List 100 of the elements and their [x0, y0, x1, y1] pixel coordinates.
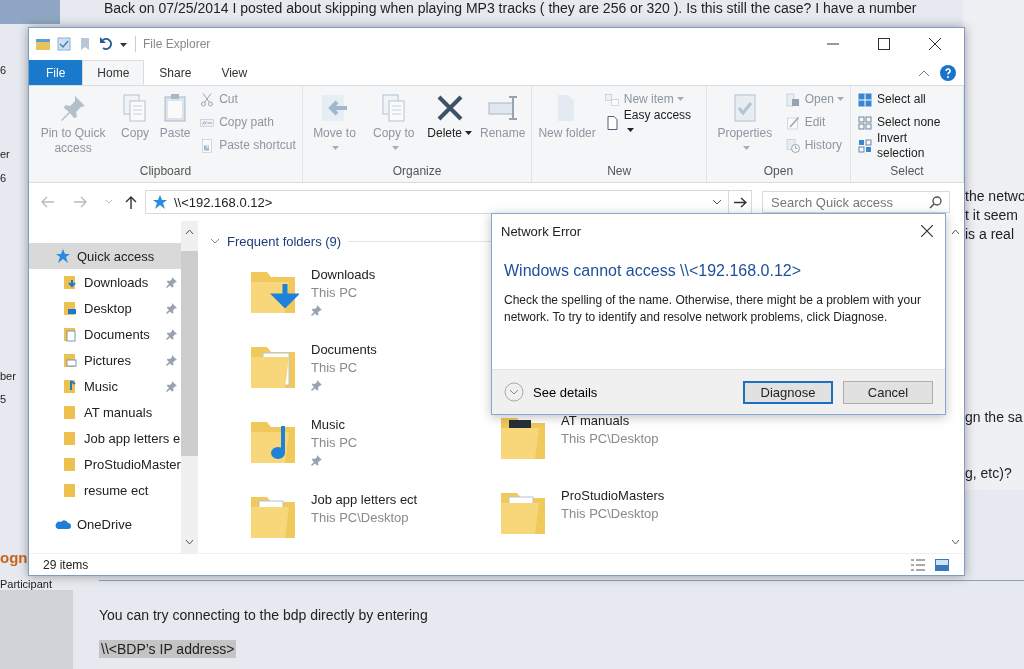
reply-text: You can try connecting to the bdp directly by entering — [99, 607, 429, 623]
folder-icon — [63, 404, 77, 420]
ribbon-tab[interactable]: Home — [82, 60, 145, 85]
nav-item[interactable]: Music — [29, 373, 181, 399]
chevron-down-icon[interactable] — [951, 539, 960, 545]
file-menu-button[interactable]: File — [29, 60, 83, 85]
sidebar-text: 6 — [0, 172, 7, 184]
diagnose-button[interactable]: Diagnose — [743, 380, 833, 404]
folder-icon — [63, 456, 77, 472]
undo-icon[interactable] — [98, 36, 114, 52]
new-item-icon — [603, 91, 620, 108]
ribbon-group-label: Clipboard — [138, 164, 193, 180]
document-folder-icon — [63, 326, 77, 342]
search-icon — [929, 196, 942, 209]
post-text: is a real — [965, 226, 1015, 242]
chevron-up-icon[interactable] — [951, 229, 960, 235]
edit-icon — [784, 114, 801, 131]
folder-tile[interactable]: AT manuals This PC\Desktop — [497, 409, 747, 484]
item-count: 29 items — [43, 557, 89, 572]
up-arrow-icon[interactable] — [125, 195, 137, 209]
select-none-icon — [857, 114, 873, 131]
folder-tile[interactable]: Music This PC — [247, 413, 497, 488]
folder-icon — [63, 430, 77, 446]
invert-selection-icon — [857, 137, 873, 154]
folder-tile[interactable]: Job app letters ect This PC\Desktop — [247, 488, 497, 563]
folder-icon[interactable] — [35, 36, 51, 52]
nav-item[interactable]: Desktop — [29, 295, 181, 321]
post-text: Back on 07/25/2014 I posted about skipping when playing MP3 tracks ( they are 256 or 320 ). Is this still the case? I have a number — [104, 0, 917, 16]
ribbon-button[interactable]: Easy access — [600, 111, 703, 134]
nav-item[interactable]: Downloads — [29, 269, 181, 295]
scroll-thumb[interactable] — [181, 251, 198, 456]
scrollbar[interactable] — [181, 221, 198, 553]
music-folder-icon — [63, 378, 77, 394]
close-icon[interactable] — [929, 38, 941, 50]
folder-icon — [63, 482, 77, 498]
open-icon — [784, 91, 801, 108]
dialog-heading: Windows cannot access \\<192.168.0.12> — [504, 262, 802, 279]
nav-item[interactable]: ProStudioMaster — [29, 451, 181, 477]
ribbon-group-label: Open — [762, 164, 795, 180]
close-icon[interactable] — [921, 225, 933, 237]
cancel-button[interactable]: Cancel — [843, 380, 933, 404]
post-text: gn the sa — [965, 409, 1023, 425]
see-details-button[interactable]: See details — [504, 382, 598, 402]
checkbox-icon[interactable] — [56, 36, 72, 52]
caret-icon — [391, 146, 399, 152]
avatar-photo-placeholder — [0, 0, 60, 24]
caret-icon — [837, 97, 844, 103]
star-icon — [152, 194, 168, 210]
maximize-icon[interactable] — [878, 38, 890, 50]
nav-item[interactable]: OneDrive — [29, 511, 181, 537]
sidebar-text: 5 — [0, 393, 7, 405]
ribbon-button[interactable]: Select none — [854, 111, 960, 134]
chevron-up-icon[interactable] — [918, 68, 930, 77]
nav-item[interactable]: Job app letters e — [29, 425, 181, 451]
section-title[interactable]: Frequent folders (9) — [227, 233, 342, 249]
nav-item[interactable]: Quick access — [29, 243, 181, 269]
sidebar-text: ber — [0, 370, 16, 382]
ribbon-button[interactable]: Select all — [854, 88, 960, 111]
chevron-down-circle-icon — [504, 382, 524, 402]
nav-item[interactable]: AT manuals — [29, 399, 181, 425]
nav-item[interactable]: Documents — [29, 321, 181, 347]
sidebar-text: 6 — [0, 64, 7, 76]
ribbon-group-label: New — [606, 164, 633, 180]
ribbon-button[interactable]: Invert selection — [854, 134, 960, 157]
ribbon-tab[interactable]: View — [206, 60, 263, 85]
chevron-down-icon[interactable] — [185, 539, 194, 545]
nav-item[interactable]: Pictures — [29, 347, 181, 373]
nav-item[interactable]: resume ect — [29, 477, 181, 503]
chevron-down-icon[interactable] — [210, 238, 220, 244]
search-field[interactable]: Search Quick access — [762, 191, 950, 213]
ribbon-tab[interactable]: Share — [144, 60, 207, 85]
history-icon — [784, 137, 801, 154]
folder-tile[interactable]: Documents This PC — [247, 338, 497, 413]
scissors-icon — [199, 91, 216, 108]
right-arrow-icon — [733, 196, 747, 208]
caret-icon — [676, 97, 684, 103]
code-text: \\<BDP’s IP address> — [99, 640, 237, 658]
post-text: g, etc)? — [965, 465, 1012, 481]
desktop-folder-icon — [63, 300, 77, 316]
star-icon — [55, 248, 71, 264]
post-text: t it seem — [965, 207, 1018, 223]
caret-icon — [742, 146, 750, 152]
folder-tile[interactable]: ProStudioMasters This PC\Desktop — [497, 484, 747, 559]
ribbon-group-label: Organize — [391, 164, 443, 180]
select-all-icon — [857, 91, 873, 108]
caret-icon — [332, 146, 340, 152]
chevron-down-icon[interactable] — [712, 199, 722, 205]
picture-folder-icon — [63, 352, 77, 368]
help-icon[interactable] — [940, 64, 956, 81]
window-title: File Explorer — [143, 37, 211, 51]
details-view-icon[interactable] — [910, 557, 926, 572]
sidebar-text: er — [0, 148, 10, 160]
caret-icon — [465, 131, 472, 137]
folder-tile[interactable]: Downloads This PC — [247, 263, 497, 338]
ribbon-button[interactable]: Delete — [424, 88, 475, 157]
author-role: Participant — [0, 578, 52, 590]
picture-view-icon[interactable] — [934, 557, 950, 572]
chevron-up-icon[interactable] — [185, 229, 194, 235]
dialog-message: Check the spelling of the name. Otherwise, there might be a problem with your network. To try to identify and resolve network problems, click Diagnose. — [504, 292, 921, 326]
ribbon-group-label: Select — [889, 164, 925, 180]
